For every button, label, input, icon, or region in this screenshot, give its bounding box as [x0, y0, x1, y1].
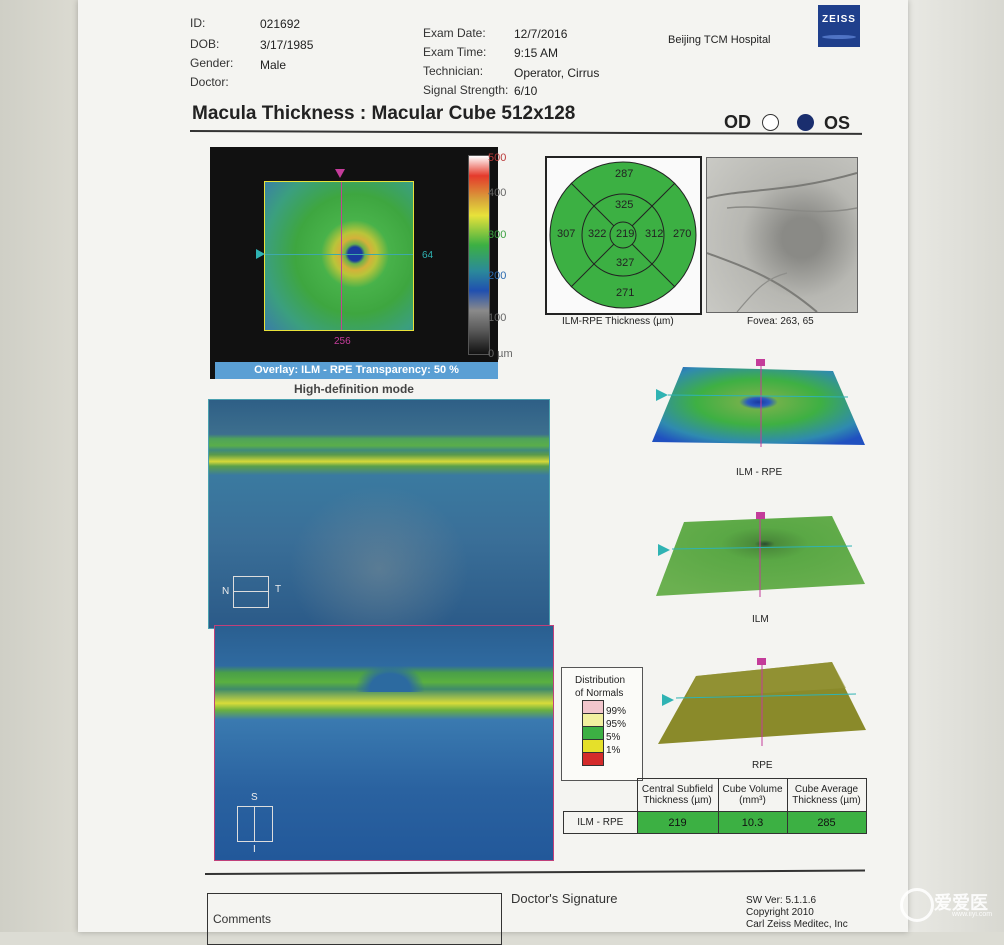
- bscan-orientation-box: [233, 576, 269, 608]
- scale-label-300: 300: [488, 229, 507, 241]
- header-cube-volume: Cube Volume (mm³): [717, 778, 788, 812]
- exam-time-value: 9:15 AM: [514, 46, 559, 60]
- watermark-logo-icon: [900, 888, 934, 922]
- comments-label: Comments: [213, 912, 272, 926]
- bscan-shadow: [289, 485, 469, 625]
- scale-label-500: 500: [488, 152, 507, 164]
- zeiss-logo: ZEISS: [818, 5, 860, 47]
- left-marker-icon: [256, 249, 265, 259]
- vscan-superior-label: S: [251, 792, 258, 803]
- ilm-rpe-surface-label: ILM - RPE: [736, 467, 783, 478]
- mode-label: High-definition mode: [294, 382, 414, 396]
- signal-strength-value: 6/10: [514, 84, 538, 98]
- thickness-map-panel: 64 256: [210, 147, 498, 379]
- legend-swatch-1-5: [582, 739, 604, 753]
- legend-swatch-above-99: [582, 700, 604, 714]
- id-value: 021692: [260, 17, 301, 31]
- vertical-crosshair: [341, 182, 342, 330]
- legend-item-5: 5%: [606, 732, 621, 743]
- legend-item-1: 1%: [606, 745, 621, 756]
- scale-label-100: 100: [488, 312, 507, 324]
- legend-swatch-5-95: [582, 726, 604, 740]
- rpe-surface: [658, 658, 866, 746]
- rpe-surface-label: RPE: [752, 760, 773, 771]
- watermark-url: www.iiyi.com: [952, 911, 993, 918]
- signal-strength-label: Signal Strength:: [423, 83, 509, 97]
- top-marker-icon: [335, 169, 345, 178]
- technician-value: Operator, Cirrus: [514, 66, 600, 80]
- horizontal-crosshair: [265, 254, 413, 255]
- legend-swatch-below-1: [582, 752, 604, 766]
- od-radio: [762, 114, 779, 131]
- os-label: OS: [824, 113, 851, 133]
- os-radio-selected: [797, 114, 814, 131]
- thickness-color-scale: [468, 155, 490, 355]
- fundus-image: [706, 157, 858, 313]
- copyright: Copyright 2010: [746, 907, 814, 918]
- summary-table: Central Subfield Thickness (µm) Cube Vol…: [563, 778, 867, 834]
- etdrs-outer-superior: 287: [615, 168, 634, 180]
- etdrs-outer-temporal: 307: [557, 228, 576, 240]
- legend-swatch-95-99: [582, 713, 604, 727]
- report-title: Macula Thickness : Macular Cube 512x128: [192, 103, 576, 124]
- technician-label: Technician:: [423, 64, 484, 78]
- bscan-temporal-label: T: [275, 584, 282, 595]
- etdrs-center: 219: [616, 228, 635, 240]
- row-label-ilm-rpe: ILM - RPE: [563, 811, 638, 834]
- ilm-rpe-surface: [652, 359, 865, 447]
- background-left: [0, 0, 80, 932]
- gender-value: Male: [260, 58, 287, 72]
- etdrs-caption: ILM-RPE Thickness (µm): [562, 316, 674, 327]
- scale-label-400: 400: [488, 187, 507, 199]
- exam-date-label: Exam Date:: [423, 26, 486, 40]
- exam-date-value: 12/7/2016: [514, 27, 568, 41]
- horizontal-bscan: N T: [208, 399, 550, 629]
- marker-bottom-value: 256: [334, 336, 351, 347]
- fundus-caption: Fovea: 263, 65: [747, 316, 814, 327]
- exam-time-label: Exam Time:: [423, 45, 487, 59]
- etdrs-outer-nasal: 270: [673, 228, 692, 240]
- legend-title-line2: of Normals: [575, 688, 624, 699]
- etdrs-inner-superior: 325: [615, 199, 634, 211]
- thickness-map-image: [264, 181, 414, 331]
- vscan-inferior-label: I: [253, 844, 256, 855]
- header-central-subfield: Central Subfield Thickness (µm): [636, 778, 719, 812]
- value-cube-average: 285: [786, 811, 867, 834]
- gender-label: Gender:: [190, 56, 234, 70]
- etdrs-inner-inferior: 327: [616, 257, 635, 269]
- scale-label-200: 200: [488, 270, 507, 282]
- marker-right-value: 64: [422, 250, 434, 261]
- header-cube-average: Cube Average Thickness (µm): [786, 778, 867, 812]
- scale-label-0: 0 µm: [488, 348, 513, 360]
- legend-item-99: 99%: [606, 706, 627, 717]
- id-label: ID:: [190, 16, 206, 30]
- bscan-nasal-label: N: [222, 586, 230, 597]
- ilm-surface: [656, 512, 865, 597]
- overlay-banner: Overlay: ILM - RPE Transparency: 50 %: [215, 362, 498, 379]
- etdrs-inner-temporal: 322: [588, 228, 607, 240]
- etdrs-outer-inferior: 271: [616, 287, 635, 299]
- dob-value: 3/17/1985: [260, 38, 314, 52]
- legend-title-line1: Distribution: [575, 675, 626, 686]
- hospital-name: Beijing TCM Hospital: [668, 34, 771, 46]
- company: Carl Zeiss Meditec, Inc: [746, 919, 848, 930]
- etdrs-inner-nasal: 312: [645, 228, 664, 240]
- legend-item-95: 95%: [606, 719, 627, 730]
- background-right: [905, 0, 1004, 932]
- vertical-bscan: S I: [214, 625, 554, 861]
- value-cube-volume: 10.3: [717, 811, 788, 834]
- dob-label: DOB:: [190, 37, 220, 51]
- foveal-pit: [355, 662, 425, 692]
- od-label: OD: [724, 112, 751, 132]
- vscan-orientation-box: [237, 806, 273, 842]
- doctor-label: Doctor:: [190, 75, 229, 89]
- sw-version: SW Ver: 5.1.1.6: [746, 895, 817, 906]
- value-central-subfield: 219: [636, 811, 719, 834]
- ilm-surface-label: ILM: [752, 614, 769, 625]
- doctor-signature-label: Doctor's Signature: [511, 891, 618, 906]
